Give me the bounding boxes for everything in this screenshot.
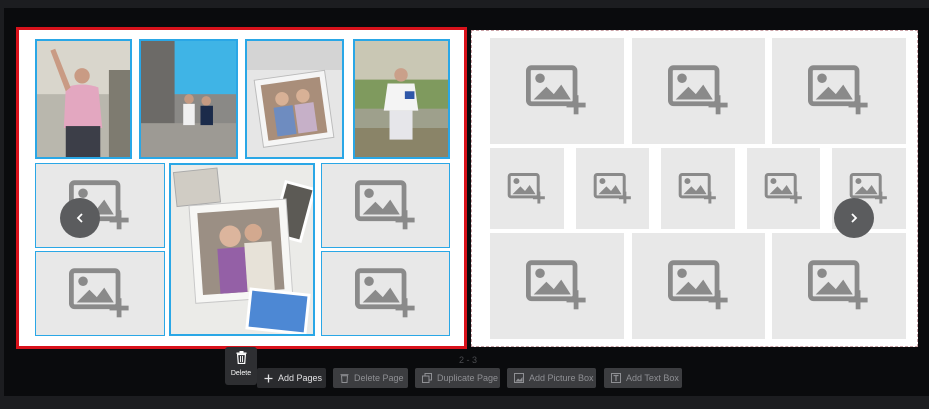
picture-placeholder[interactable] xyxy=(747,148,820,229)
delete-frame-button[interactable]: Delete xyxy=(225,347,257,385)
page-indicator: 2 - 3 xyxy=(458,355,477,365)
top-bar xyxy=(0,0,929,8)
left-edge-bar xyxy=(0,8,4,409)
right-page[interactable] xyxy=(471,30,918,347)
duplicate-page-label: Duplicate Page xyxy=(437,373,499,383)
photo-framed-couple xyxy=(247,41,342,157)
photo-frame-1[interactable] xyxy=(35,39,132,159)
picture-placeholder[interactable] xyxy=(490,148,564,229)
chevron-left-icon xyxy=(76,213,83,223)
picture-placeholder[interactable] xyxy=(35,251,165,336)
add-image-icon xyxy=(593,172,633,205)
photo-frame-4[interactable] xyxy=(353,39,450,159)
picture-placeholder[interactable] xyxy=(772,38,906,144)
next-spread-button[interactable] xyxy=(834,198,874,238)
picture-placeholder[interactable] xyxy=(632,38,765,144)
left-page[interactable] xyxy=(16,27,467,349)
add-image-icon xyxy=(807,65,871,118)
text-box-icon xyxy=(611,373,621,383)
delete-label: Delete xyxy=(230,370,252,377)
add-picture-box-label: Add Picture Box xyxy=(529,373,594,383)
add-image-icon xyxy=(667,260,731,313)
delete-page-button[interactable]: Delete Page xyxy=(333,368,408,388)
add-pages-label: Add Pages xyxy=(278,373,323,383)
picture-placeholder[interactable] xyxy=(321,251,450,336)
picture-icon xyxy=(514,373,524,383)
photo-beach-pier xyxy=(141,41,236,157)
photo-man-waving xyxy=(37,41,130,157)
photo-field-kid xyxy=(355,41,448,157)
picture-placeholder[interactable] xyxy=(321,163,450,248)
plus-icon xyxy=(264,374,273,383)
photo-frame-2[interactable] xyxy=(139,39,238,159)
add-image-icon xyxy=(354,267,418,320)
picture-placeholder[interactable] xyxy=(576,148,649,229)
bottom-bar xyxy=(0,396,929,409)
add-image-icon xyxy=(507,172,547,205)
add-text-box-button[interactable]: Add Text Box xyxy=(604,368,682,388)
duplicate-icon xyxy=(422,373,432,383)
add-pages-button[interactable]: Add Pages xyxy=(257,368,326,388)
delete-page-label: Delete Page xyxy=(354,373,404,383)
add-image-icon xyxy=(764,172,804,205)
add-image-icon xyxy=(807,260,871,313)
photo-collage-couple xyxy=(171,165,313,334)
picture-placeholder[interactable] xyxy=(772,233,906,339)
picture-placeholder[interactable] xyxy=(490,233,624,339)
add-image-icon xyxy=(525,65,589,118)
picture-placeholder[interactable] xyxy=(490,38,624,144)
duplicate-page-button[interactable]: Duplicate Page xyxy=(415,368,500,388)
add-image-icon xyxy=(354,179,418,232)
add-image-icon xyxy=(667,65,731,118)
picture-placeholder[interactable] xyxy=(35,163,165,248)
picture-placeholder[interactable] xyxy=(661,148,735,229)
photo-frame-3[interactable] xyxy=(245,39,344,159)
picture-placeholder[interactable] xyxy=(632,233,765,339)
trash-icon xyxy=(236,351,246,364)
photo-frame-5[interactable] xyxy=(169,163,315,336)
add-image-icon xyxy=(68,267,132,320)
chevron-right-icon xyxy=(851,213,858,223)
add-picture-box-button[interactable]: Add Picture Box xyxy=(507,368,596,388)
add-image-icon xyxy=(525,260,589,313)
trash-icon xyxy=(340,373,349,383)
previous-spread-button[interactable] xyxy=(60,198,100,238)
add-text-box-label: Add Text Box xyxy=(626,373,679,383)
add-image-icon xyxy=(678,172,718,205)
